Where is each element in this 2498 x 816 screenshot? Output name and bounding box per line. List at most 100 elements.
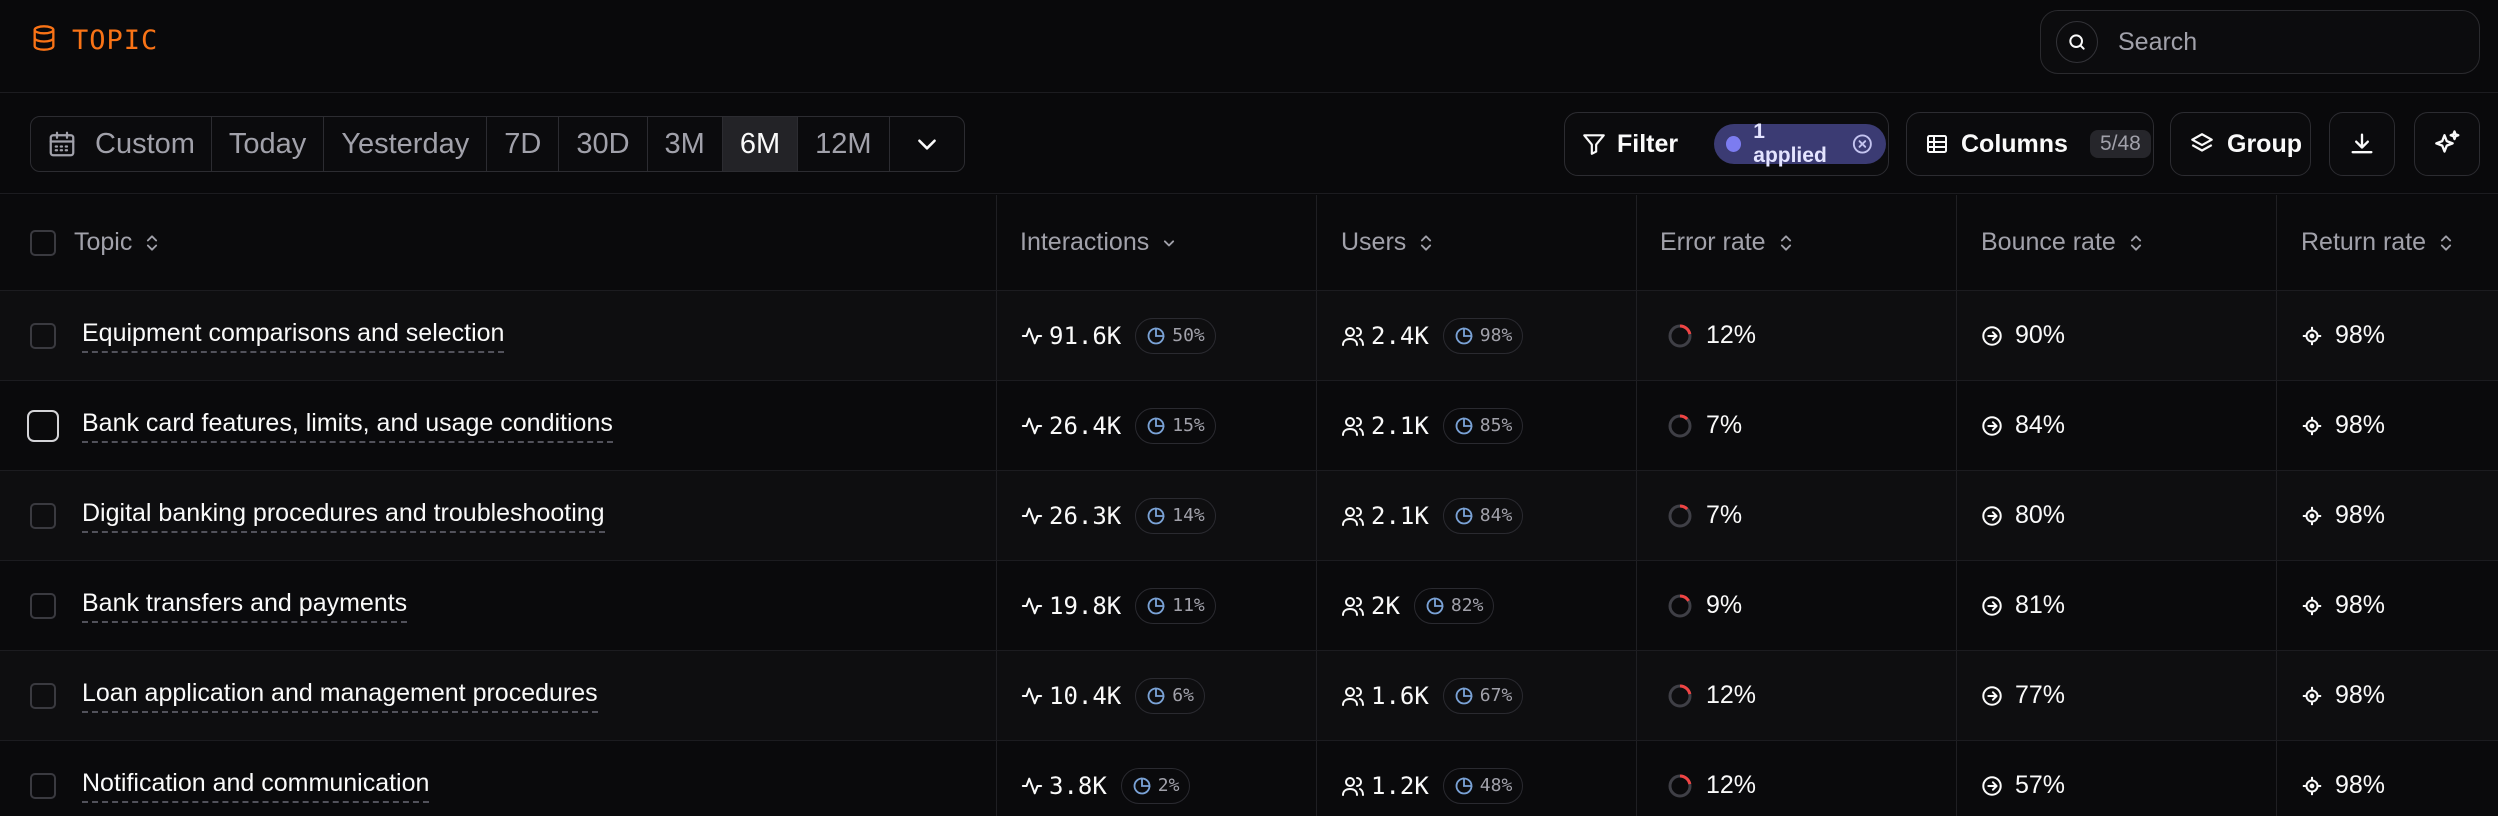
col-bounce-rate-label: Bounce rate [1981,228,2116,256]
row-checkbox[interactable] [30,682,56,709]
topic-link[interactable]: Digital banking procedures and troublesh… [82,499,605,533]
topic-link[interactable]: Bank transfers and payments [82,589,408,623]
layers-icon [2191,133,2213,152]
columns-count: 5/48 [2089,130,2151,158]
interactions-share-badge: 2% [1120,767,1191,804]
return-rate-value: 98% [2335,771,2386,799]
range-custom[interactable]: Custom [31,117,212,171]
range-yesterday[interactable]: Yesterday [324,117,488,171]
range-7d[interactable]: 7D [487,117,560,171]
range-custom-label: Custom [95,127,195,160]
return-rate-value: 98% [2335,501,2386,529]
return-rate-value: 98% [2335,591,2386,619]
users-icon [1342,686,1364,706]
activity-icon [1021,687,1043,704]
col-error-rate-label: Error rate [1660,228,1766,256]
range-more-button[interactable] [890,117,964,171]
interactions-cell: 19.8K 11% [1021,561,1216,650]
database-icon [30,24,58,57]
col-header-interactions[interactable]: Interactions [1020,195,1179,290]
activity-icon [1021,327,1043,344]
return-rate-cell: 98% [2301,651,2385,740]
users-icon [1342,776,1364,796]
select-all-checkbox[interactable] [30,229,56,256]
interactions-cell: 91.6K 50% [1021,291,1216,380]
users-value: 2K [1371,591,1400,620]
users-icon [1342,596,1364,616]
users-share-value: 84% [1479,505,1513,526]
group-button[interactable]: Group [2170,112,2311,176]
users-value: 1.2K [1371,771,1429,800]
brand-title: TOPIC [72,25,159,56]
range-today[interactable]: Today [212,117,325,171]
col-header-bounce-rate[interactable]: Bounce rate [1981,195,2146,290]
users-share-badge: 48% [1442,767,1524,804]
chevron-down-icon [917,139,936,150]
pie-chart-icon [1455,417,1473,434]
bounce-rate-value: 81% [2015,591,2066,619]
users-icon [1342,506,1364,526]
arrow-circle-right-icon [1982,415,2002,436]
applied-dot-icon [1726,136,1742,152]
users-share-value: 82% [1450,595,1484,616]
search-box[interactable] [2040,10,2480,74]
sort-icon [147,234,158,251]
table-row[interactable]: Equipment comparisons and selection 91.6K… [0,291,2498,381]
search-input[interactable] [2118,27,2458,57]
range-12m[interactable]: 12M [798,117,890,171]
pie-chart-icon [1133,777,1151,794]
filter-button[interactable]: Filter 1 applied [1564,112,1889,176]
topic-link[interactable]: Loan application and management procedur… [82,679,598,713]
return-rate-value: 98% [2335,411,2386,439]
error-rate-ring-icon [1668,414,1692,437]
sort-icon [2130,234,2141,251]
row-checkbox[interactable] [30,772,56,799]
topic-link[interactable]: Equipment comparisons and selection [82,319,505,353]
return-rate-cell: 98% [2301,471,2385,560]
error-rate-ring-icon [1668,324,1692,347]
row-checkbox[interactable] [27,409,59,442]
table-row[interactable]: Bank transfers and payments 19.8K 11% 2K 82%… [0,561,2498,651]
col-header-error-rate[interactable]: Error rate [1660,195,1796,290]
sort-icon [1780,234,1791,251]
sparkles-icon [2435,130,2460,153]
range-6m[interactable]: 6M [722,117,799,171]
col-header-return-rate[interactable]: Return rate [2301,195,2456,290]
col-interactions-label: Interactions [1020,228,1150,256]
table-row[interactable]: Loan application and management procedur… [0,651,2498,741]
filter-icon [1583,134,1605,155]
calendar-icon [49,131,75,157]
filter-label: Filter [1617,129,1679,158]
interactions-value: 19.8K [1049,591,1122,620]
col-topic-label: Topic [74,228,133,256]
range-3m[interactable]: 3M [648,117,723,171]
interactions-value: 91.6K [1049,321,1122,350]
row-checkbox[interactable] [30,322,56,349]
interactions-share-badge: 11% [1135,587,1216,624]
table-row[interactable]: Notification and communication 3.8K 2% 1.2K… [0,741,2498,816]
pie-chart-icon [1147,507,1165,524]
ai-sparkle-button[interactable] [2414,112,2480,176]
row-checkbox[interactable] [30,502,56,529]
clear-filter-icon[interactable] [1851,132,1874,156]
interactions-value: 26.3K [1049,501,1122,530]
pie-chart-icon [1455,327,1473,344]
error-rate-cell: 12% [1666,291,1756,380]
topic-link[interactable]: Notification and communication [82,769,430,803]
users-cell: 2.1K 85% [1341,381,1524,470]
col-header-users[interactable]: Users [1341,195,1436,290]
pie-chart-icon [1147,417,1165,434]
col-header-topic[interactable]: Topic [74,195,162,290]
target-icon [2302,596,2322,615]
columns-label: Columns [1961,129,2068,158]
pie-chart-icon [1147,327,1165,344]
row-checkbox[interactable] [30,592,56,619]
table-row[interactable]: Bank card features, limits, and usage co… [0,381,2498,471]
table-row[interactable]: Digital banking procedures and troublesh… [0,471,2498,561]
error-rate-value: 7% [1706,411,1743,439]
download-button[interactable] [2329,112,2395,176]
columns-button[interactable]: Columns 5/48 [1906,112,2154,176]
download-icon [2351,133,2373,154]
range-30d[interactable]: 30D [559,117,648,171]
topic-link[interactable]: Bank card features, limits, and usage co… [82,409,613,443]
